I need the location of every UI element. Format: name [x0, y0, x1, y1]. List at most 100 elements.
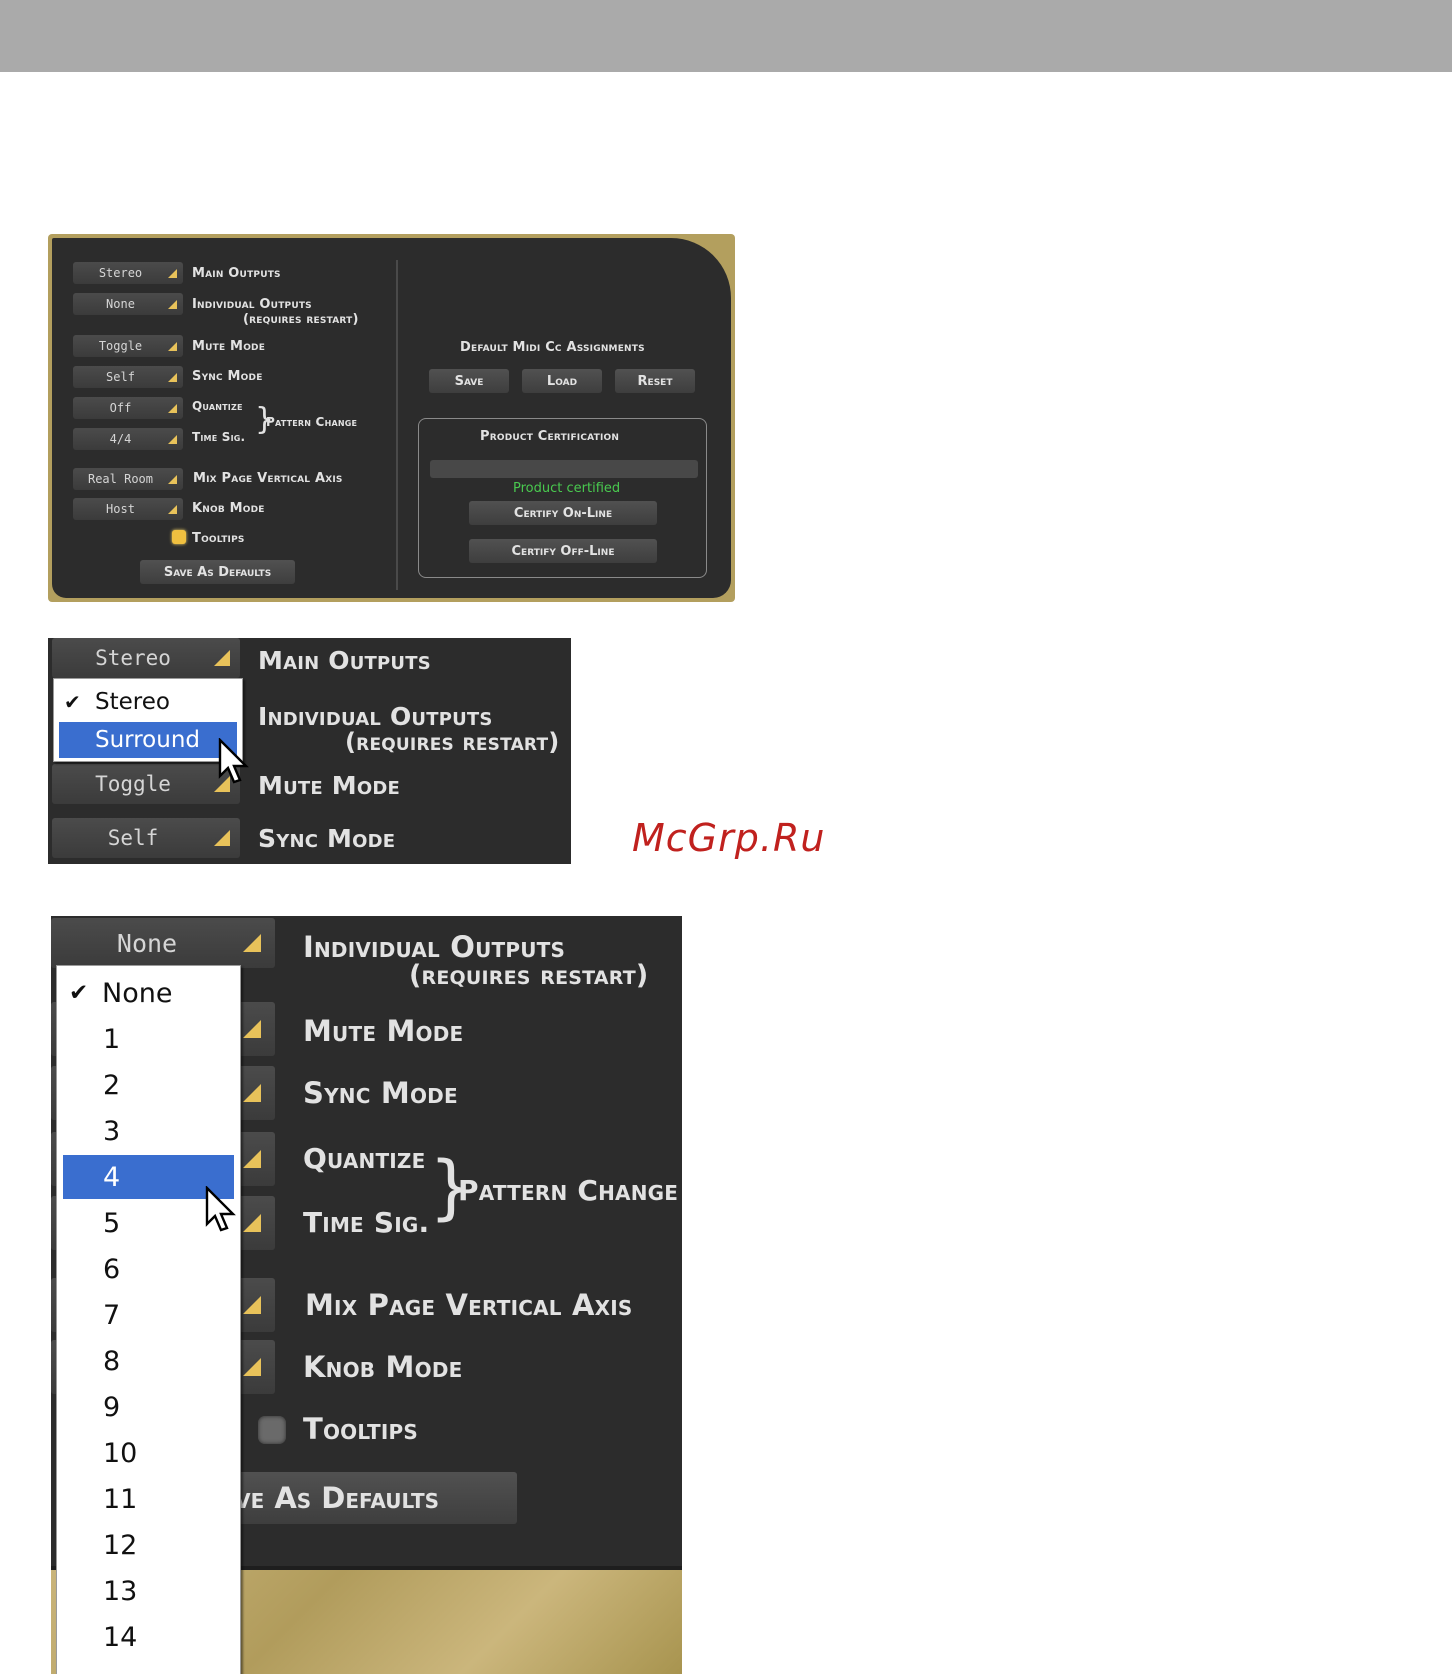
dropdown-arrow-icon	[243, 1150, 261, 1168]
sync-mode-value: Self	[106, 370, 135, 384]
dropdown-arrow-icon	[214, 650, 230, 666]
menu-item-label: 12	[103, 1529, 138, 1561]
watermark: McGrp.Ru	[632, 816, 826, 860]
individual-outputs-dropdown[interactable]: None	[51, 918, 275, 968]
menu-item-6[interactable]: 6	[57, 1247, 240, 1291]
dropdown-arrow-icon	[168, 504, 177, 514]
individual-outputs-dropdown[interactable]: None	[73, 293, 183, 315]
menu-item-label: 9	[103, 1391, 121, 1423]
dropdown-arrow-icon	[168, 341, 177, 351]
individual-outputs-menu: ✔ None 1 2 3 4 5 6 7 8 9 10 11 12 13 14	[56, 965, 241, 1674]
dropdown-arrow-icon	[168, 268, 177, 278]
menu-item-label: 7	[103, 1299, 121, 1331]
menu-item-13[interactable]: 13	[57, 1569, 240, 1613]
menu-item-label: Surround	[95, 727, 201, 753]
menu-item-8[interactable]: 8	[57, 1339, 240, 1383]
mix-page-dropdown[interactable]: Real Room	[73, 468, 183, 490]
knob-mode-dropdown[interactable]: Host	[73, 498, 183, 520]
mouse-pointer-icon	[218, 738, 249, 784]
mute-mode-label: Mute Mode	[192, 339, 266, 354]
tooltips-checkbox[interactable]	[258, 1416, 286, 1444]
main-outputs-menu: ✔ Stereo Surround	[53, 678, 243, 762]
midi-reset-button[interactable]: Reset	[615, 369, 695, 393]
mute-mode-dropdown[interactable]: Toggle	[52, 764, 240, 804]
menu-item-surround[interactable]: Surround	[59, 722, 237, 758]
mute-mode-value: Toggle	[98, 339, 143, 353]
menu-item-12[interactable]: 12	[57, 1523, 240, 1567]
menu-item-1[interactable]: 1	[57, 1017, 240, 1061]
menu-item-label: Stereo	[95, 689, 170, 715]
dropdown-arrow-icon	[243, 1358, 261, 1376]
menu-item-14[interactable]: 14	[57, 1615, 240, 1659]
mute-mode-value: Toggle	[95, 772, 171, 796]
checkmark-icon: ✔	[64, 690, 81, 714]
main-outputs-dropdown[interactable]: Stereo	[52, 638, 240, 678]
individual-outputs-label: Individual Outputs	[192, 297, 312, 312]
requires-restart-note: (requires restart)	[243, 312, 359, 327]
dropdown-arrow-icon	[243, 1020, 261, 1038]
save-as-defaults-button[interactable]: Save As Defaults	[140, 560, 295, 584]
dropdown-arrow-icon	[214, 830, 230, 846]
menu-item-label: 11	[103, 1483, 138, 1515]
time-sig-dropdown[interactable]: 4/4	[73, 428, 183, 450]
dropdown-arrow-icon	[168, 403, 177, 413]
requires-restart-note: (requires restart)	[345, 728, 560, 756]
preferences-panel: Stereo Main Outputs None Individual Outp…	[48, 234, 735, 602]
mute-mode-dropdown[interactable]: Toggle	[73, 335, 183, 357]
individual-outputs-value: None	[106, 297, 135, 311]
menu-item-7[interactable]: 7	[57, 1293, 240, 1337]
mute-mode-label: Mute Mode	[258, 771, 400, 800]
menu-item-label: 3	[103, 1115, 121, 1147]
quantize-dropdown[interactable]: Off	[73, 397, 183, 419]
main-outputs-value: Stereo	[98, 266, 143, 280]
menu-item-stereo[interactable]: ✔ Stereo	[54, 685, 242, 719]
certification-title: Product Certification	[480, 429, 620, 444]
mix-page-label: Mix Page Vertical Axis	[193, 471, 343, 486]
tooltips-checkbox[interactable]	[172, 530, 186, 544]
dropdown-arrow-icon	[168, 372, 177, 382]
menu-item-label: 1	[103, 1023, 121, 1055]
sync-mode-value: Self	[107, 826, 159, 850]
menu-item-label: 14	[103, 1621, 138, 1653]
menu-item-3[interactable]: 3	[57, 1109, 240, 1153]
preferences-panel-inner: Stereo Main Outputs None Individual Outp…	[52, 238, 731, 598]
menu-item-label: 5	[103, 1207, 121, 1239]
midi-save-button[interactable]: Save	[429, 369, 509, 393]
time-sig-label: Time Sig.	[192, 430, 246, 444]
main-outputs-dropdown[interactable]: Stereo	[73, 262, 183, 284]
individual-outputs-label: Individual Outputs	[258, 702, 493, 731]
column-divider	[396, 260, 398, 590]
certification-status: Product certified	[513, 481, 621, 496]
mix-page-label: Mix Page Vertical Axis	[305, 1288, 633, 1322]
sync-mode-label: Sync Mode	[192, 369, 263, 384]
certify-online-button[interactable]: Certify On-Line	[469, 501, 657, 525]
checkmark-icon: ✔	[69, 980, 89, 1006]
menu-item-none[interactable]: ✔ None	[57, 971, 240, 1015]
individual-outputs-zoom-panel: None Individual Outputs (requires restar…	[51, 916, 682, 1674]
main-outputs-value: Stereo	[95, 646, 171, 670]
tooltips-label: Tooltips	[303, 1412, 418, 1446]
pattern-change-label: Pattern Change	[458, 1174, 679, 1207]
certification-progress-bar	[430, 460, 698, 478]
menu-item-2[interactable]: 2	[57, 1063, 240, 1107]
mix-page-value: Real Room	[87, 472, 154, 486]
menu-item-9[interactable]: 9	[57, 1385, 240, 1429]
main-outputs-label: Main Outputs	[192, 266, 281, 281]
quantize-value: Off	[109, 401, 132, 415]
menu-item-10[interactable]: 10	[57, 1431, 240, 1475]
midi-load-button[interactable]: Load	[522, 369, 602, 393]
menu-item-11[interactable]: 11	[57, 1477, 240, 1521]
certify-offline-button[interactable]: Certify Off-Line	[469, 539, 657, 563]
knob-mode-value: Host	[106, 502, 135, 516]
individual-outputs-value: None	[116, 928, 178, 958]
page-header-bar	[0, 0, 1452, 72]
midi-assignments-title: Default Midi Cc Assignments	[460, 340, 645, 355]
sync-mode-label: Sync Mode	[258, 824, 396, 853]
dropdown-arrow-icon	[243, 934, 261, 952]
sync-mode-dropdown[interactable]: Self	[73, 366, 183, 388]
knob-mode-label: Knob Mode	[192, 501, 265, 516]
dropdown-arrow-icon	[243, 1214, 261, 1232]
menu-item-label: 2	[103, 1069, 121, 1101]
save-as-defaults-button[interactable]: ave As Defaults	[201, 1472, 517, 1524]
sync-mode-dropdown[interactable]: Self	[52, 818, 240, 858]
